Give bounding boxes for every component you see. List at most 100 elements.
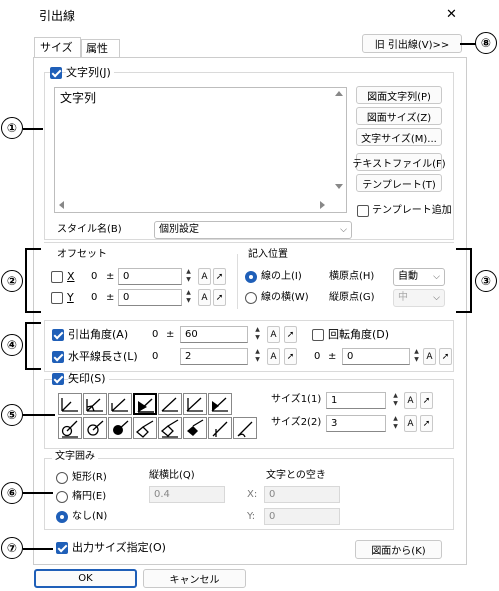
- arrow-style-12-button[interactable]: [158, 417, 182, 439]
- offset-y-a-button[interactable]: A: [198, 289, 211, 306]
- horizontal-length-pick-icon[interactable]: ➚: [284, 348, 297, 365]
- scroll-right-icon[interactable]: [320, 201, 325, 209]
- arrow-style-7-icon: [211, 397, 228, 412]
- offset-x-label: X: [67, 270, 75, 283]
- leader-angle-checkbox[interactable]: [52, 329, 64, 341]
- horizontal-length-label: 水平線長さ(L): [68, 350, 138, 363]
- text-area-value: 文字列: [60, 91, 97, 105]
- template-add-checkbox[interactable]: [357, 205, 369, 217]
- arrow-size2-input[interactable]: 3: [326, 415, 386, 432]
- arrow-style-9-button[interactable]: [83, 417, 107, 439]
- arrow-style-8-icon: [61, 420, 78, 438]
- offset-x-input[interactable]: 0: [118, 268, 182, 285]
- offset-y-spinner[interactable]: ▲ ▼: [184, 289, 193, 306]
- arrow-style-4-button[interactable]: [133, 393, 157, 415]
- horizontal-length-spinner[interactable]: ▲ ▼: [253, 348, 262, 365]
- rotate-angle-label: 回転角度(D): [328, 328, 390, 341]
- legacy-leader-button[interactable]: 旧 引出線(V)>>: [362, 34, 462, 53]
- ratio-input[interactable]: 0.4: [149, 486, 225, 503]
- offset-title: オフセット: [57, 249, 107, 260]
- arrow-style-15-button[interactable]: [233, 417, 257, 439]
- arrow-style-8-button[interactable]: [58, 417, 82, 439]
- arrow-style-13-icon: [187, 419, 204, 436]
- arrow-size1-input[interactable]: 1: [326, 392, 386, 409]
- offset-x-a-button[interactable]: A: [198, 268, 211, 285]
- leader-angle-label: 引出角度(A): [68, 328, 129, 341]
- template-button[interactable]: テンプレート(T): [356, 174, 442, 192]
- ratio-label: 縦横比(Q): [149, 470, 195, 481]
- annotation-6-line: [23, 492, 53, 494]
- text-area[interactable]: 文字列: [54, 87, 347, 213]
- scroll-down-icon[interactable]: [335, 184, 343, 189]
- offset-x-checkbox[interactable]: [51, 271, 63, 283]
- arrow-style-3-button[interactable]: [108, 393, 132, 415]
- annotation-6: ⑥: [1, 482, 23, 504]
- arrow-style-1-button[interactable]: [58, 393, 82, 415]
- arrow-style-6-button[interactable]: [183, 393, 207, 415]
- arrow-style-2-button[interactable]: [83, 393, 107, 415]
- scroll-left-icon[interactable]: [59, 201, 64, 209]
- arrow-style-14-button[interactable]: [208, 417, 232, 439]
- offset-divider: [237, 254, 238, 309]
- v-origin-select[interactable]: 中 ⌵: [393, 289, 445, 307]
- arrow-size1-a-button[interactable]: A: [404, 392, 417, 409]
- extra-spinner[interactable]: ▲ ▼: [412, 348, 421, 365]
- text-file-button[interactable]: テキストファイル(F): [352, 153, 446, 171]
- extra-pick-icon[interactable]: ➚: [439, 348, 452, 365]
- none-radio[interactable]: [56, 511, 68, 523]
- arrow-style-7-button[interactable]: [208, 393, 232, 415]
- arrow-checkbox[interactable]: [52, 373, 64, 385]
- gap-x-input[interactable]: 0: [264, 486, 340, 503]
- leader-angle-pick-icon[interactable]: ➚: [284, 326, 297, 343]
- arrow-style-5-button[interactable]: [158, 393, 182, 415]
- horizontal-length-a-button[interactable]: A: [267, 348, 280, 365]
- arrow-style-15-icon: [237, 421, 253, 438]
- text-size-button[interactable]: 文字サイズ(M)...: [356, 128, 442, 146]
- arrow-style-11-button[interactable]: [133, 417, 157, 439]
- output-size-checkbox[interactable]: [56, 542, 68, 554]
- offset-y-checkbox[interactable]: [51, 292, 63, 304]
- h-origin-label: 横原点(H): [329, 271, 375, 282]
- offset-x-pick-icon[interactable]: ➚: [213, 268, 226, 285]
- leader-angle-input[interactable]: 60: [180, 326, 248, 343]
- arrow-size2-a-button[interactable]: A: [404, 415, 417, 432]
- arrow-size1-spinner[interactable]: ▲ ▼: [391, 392, 400, 409]
- arrow-size2-pick-icon[interactable]: ➚: [420, 415, 433, 432]
- cancel-button[interactable]: キャンセル: [143, 569, 246, 588]
- leader-angle-a-button[interactable]: A: [267, 326, 280, 343]
- rect-radio[interactable]: [56, 472, 68, 484]
- ellipse-radio[interactable]: [56, 491, 68, 503]
- rotate-angle-checkbox[interactable]: [312, 329, 324, 341]
- on-line-radio[interactable]: [245, 271, 257, 283]
- text-checkbox[interactable]: [50, 67, 62, 79]
- arrow-size1-pick-icon[interactable]: ➚: [420, 392, 433, 409]
- scroll-up-icon[interactable]: [335, 91, 343, 96]
- ok-button[interactable]: OK: [34, 569, 137, 588]
- beside-line-radio[interactable]: [245, 292, 257, 304]
- section-divider: [44, 242, 454, 243]
- extra-input[interactable]: 0: [342, 348, 410, 365]
- extra-a-button[interactable]: A: [423, 348, 436, 365]
- drawing-size-button[interactable]: 図面サイズ(Z): [356, 107, 442, 125]
- from-drawing-button[interactable]: 図面から(K): [355, 540, 442, 559]
- offset-y-input[interactable]: 0: [118, 289, 182, 306]
- offset-y-pick-icon[interactable]: ➚: [213, 289, 226, 306]
- gap-y-input[interactable]: 0: [264, 508, 340, 525]
- offset-y-pm: ±: [106, 292, 115, 303]
- drawing-text-button[interactable]: 図面文字列(P): [356, 86, 442, 104]
- offset-x-spinner[interactable]: ▲ ▼: [184, 268, 193, 285]
- style-select[interactable]: 個別設定 ⌵: [154, 221, 352, 239]
- horizontal-length-input[interactable]: 2: [180, 348, 248, 365]
- arrow-style-13-button[interactable]: [183, 417, 207, 439]
- leader-angle-spinner[interactable]: ▲ ▼: [253, 326, 262, 343]
- bracket-3: [456, 248, 472, 313]
- arrow-size2-spinner[interactable]: ▲ ▼: [391, 415, 400, 432]
- arrow-style-10-button[interactable]: [108, 417, 132, 439]
- h-origin-select[interactable]: 自動 ⌵: [393, 268, 445, 286]
- annotation-5-line: [23, 414, 55, 416]
- close-icon[interactable]: ✕: [446, 8, 457, 22]
- horizontal-length-checkbox[interactable]: [52, 351, 64, 363]
- leader-angle-pm: ±: [166, 329, 175, 340]
- offset-x-zero: 0: [91, 271, 98, 282]
- gap-label: 文字との空き: [266, 470, 326, 481]
